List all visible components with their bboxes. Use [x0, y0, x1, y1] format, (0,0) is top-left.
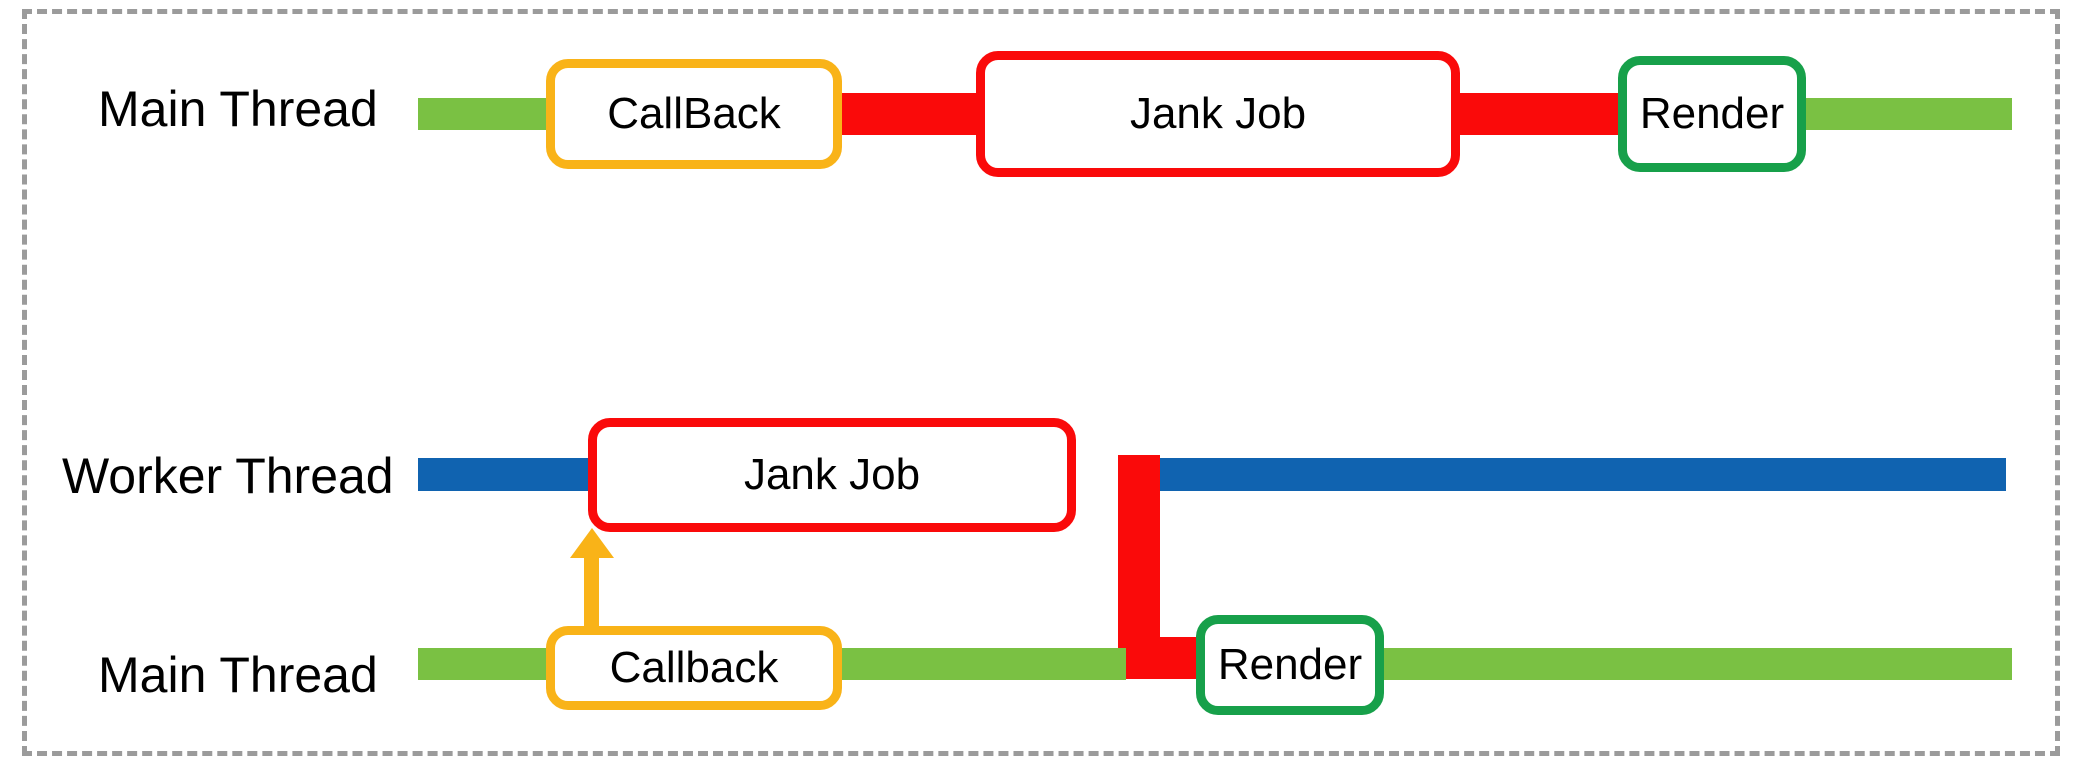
- diagram-canvas: Main Thread CallBack Jank Job Render Wor…: [0, 0, 2078, 776]
- track-segment-top-idle-right: [1800, 98, 2012, 130]
- task-box-top-render-label: Render: [1639, 89, 1785, 138]
- task-box-top-jank-job-label: Jank Job: [1129, 89, 1307, 138]
- track-segment-worker-right: [1142, 458, 2006, 491]
- task-box-worker-jank-job-label: Jank Job: [743, 450, 921, 499]
- track-segment-worker-left: [418, 458, 590, 491]
- task-box-bottom-render[interactable]: Render: [1196, 615, 1384, 715]
- row-label-main-thread-bottom: Main Thread: [98, 647, 378, 703]
- track-segment-bottom-idle-right: [1380, 648, 2012, 680]
- track-segment-top-idle-left: [418, 98, 550, 130]
- task-box-top-callback[interactable]: CallBack: [546, 59, 842, 169]
- task-box-top-jank-job[interactable]: Jank Job: [976, 51, 1460, 177]
- row-label-worker-thread: Worker Thread: [62, 448, 394, 504]
- task-box-bottom-callback[interactable]: Callback: [546, 626, 842, 710]
- task-box-bottom-callback-label: Callback: [609, 643, 779, 692]
- track-segment-bottom-idle-left: [418, 648, 550, 680]
- task-box-top-callback-label: CallBack: [607, 89, 781, 138]
- track-segment-bottom-idle-mid: [838, 648, 1126, 680]
- task-box-bottom-render-label: Render: [1217, 640, 1363, 689]
- connector-dispatch-arrow-head: [570, 528, 614, 558]
- track-segment-top-busy-2: [1452, 93, 1624, 135]
- task-box-worker-jank-job[interactable]: Jank Job: [588, 418, 1076, 532]
- row-label-main-thread-top: Main Thread: [98, 81, 378, 137]
- task-box-top-render[interactable]: Render: [1618, 56, 1806, 172]
- track-segment-top-busy-1: [838, 93, 980, 135]
